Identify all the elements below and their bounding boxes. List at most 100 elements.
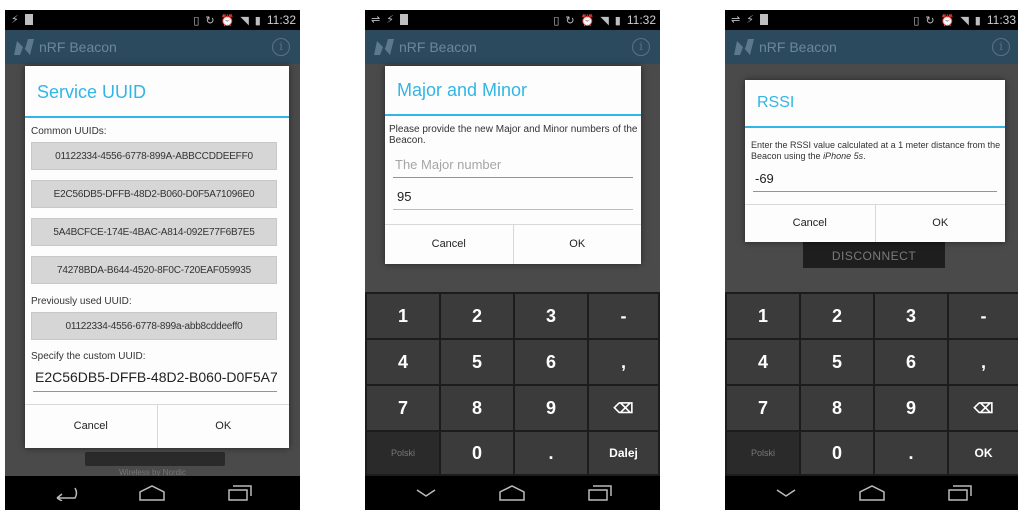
nordic-logo-icon	[14, 39, 34, 55]
key-minus[interactable]: -	[949, 294, 1018, 338]
custom-uuid-value: E2C56DB5-DFFB-48D2-B060-D0F5A7	[35, 369, 277, 385]
action-bar: nRF Beacon i	[725, 30, 1018, 64]
minor-number-input[interactable]: 95	[393, 186, 633, 210]
key-0[interactable]: 0	[441, 432, 513, 474]
major-number-input[interactable]: The Major number	[393, 154, 633, 178]
key-5[interactable]: 5	[441, 340, 513, 384]
major-number-placeholder: The Major number	[395, 157, 502, 172]
back-icon[interactable]	[53, 485, 79, 501]
key-1[interactable]: 1	[727, 294, 799, 338]
language-key[interactable]: Polski	[727, 432, 799, 474]
rotate-icon: ↻	[205, 13, 215, 27]
recent-apps-icon[interactable]	[947, 485, 973, 501]
rssi-value: -69	[755, 171, 774, 186]
hide-keyboard-icon[interactable]	[413, 485, 439, 501]
dialog-title: RSSI	[757, 94, 795, 111]
cancel-button[interactable]: Cancel	[25, 405, 157, 448]
previous-uuid-button[interactable]: 01122334-4556-6778-899a-abb8cddeeff0	[31, 312, 277, 340]
recent-apps-icon[interactable]	[587, 485, 613, 501]
common-uuid-button-4[interactable]: 74278BDA-B644-4520-8F0C-720EAF059935	[31, 256, 277, 284]
backspace-key[interactable]: ⌫	[949, 386, 1018, 430]
cancel-button[interactable]: Cancel	[385, 225, 513, 264]
next-key[interactable]: Dalej	[589, 432, 658, 474]
key-4[interactable]: 4	[367, 340, 439, 384]
battery-icon: ▮	[974, 13, 981, 27]
lightning-icon: ⚡	[746, 13, 754, 26]
key-comma[interactable]: ,	[949, 340, 1018, 384]
key-period[interactable]: .	[515, 432, 587, 474]
navigation-bar	[365, 476, 660, 510]
backspace-key[interactable]: ⌫	[589, 386, 658, 430]
rssi-input[interactable]: -69	[753, 168, 997, 192]
key-9[interactable]: 9	[875, 386, 947, 430]
key-period[interactable]: .	[875, 432, 947, 474]
key-minus[interactable]: -	[589, 294, 658, 338]
key-6[interactable]: 6	[875, 340, 947, 384]
lightning-icon: ⚡	[11, 13, 19, 26]
key-comma[interactable]: ,	[589, 340, 658, 384]
key-0[interactable]: 0	[801, 432, 873, 474]
usb-icon: ⇌	[731, 13, 741, 26]
common-uuid-button-2[interactable]: E2C56DB5-DFFB-48D2-B060-D0F5A71096E0	[31, 180, 277, 208]
hide-keyboard-icon[interactable]	[773, 485, 799, 501]
info-icon[interactable]: i	[992, 38, 1010, 56]
key-9[interactable]: 9	[515, 386, 587, 430]
common-uuids-label: Common UUIDs:	[31, 126, 107, 137]
rssi-prompt-end: .	[863, 151, 866, 161]
major-minor-prompt: Please provide the new Major and Minor n…	[389, 124, 638, 146]
key-6[interactable]: 6	[515, 340, 587, 384]
key-2[interactable]: 2	[441, 294, 513, 338]
alarm-icon: ⏰	[580, 13, 595, 27]
navigation-bar	[725, 476, 1018, 510]
app-title: nRF Beacon	[399, 39, 477, 55]
key-4[interactable]: 4	[727, 340, 799, 384]
recent-apps-icon[interactable]	[227, 485, 253, 501]
home-icon[interactable]	[498, 485, 526, 501]
notification-icon	[399, 14, 408, 25]
status-bar: ⇌ ⚡ ▯ ↻ ⏰ ◥ ▮ 11:33	[725, 10, 1018, 30]
key-5[interactable]: 5	[801, 340, 873, 384]
custom-uuid-input[interactable]: E2C56DB5-DFFB-48D2-B060-D0F5A7	[33, 366, 277, 392]
info-icon[interactable]: i	[272, 38, 290, 56]
info-icon[interactable]: i	[632, 38, 650, 56]
common-uuid-button-1[interactable]: 01122334-4556-6778-899A-ABBCCDDEEFF0	[31, 142, 277, 170]
dialog-title: Major and Minor	[397, 80, 528, 100]
wifi-icon: ◥	[240, 13, 249, 27]
ok-key[interactable]: OK	[949, 432, 1018, 474]
previous-uuid-label: Previously used UUID:	[31, 296, 132, 307]
notification-icon	[759, 14, 768, 25]
key-7[interactable]: 7	[727, 386, 799, 430]
battery-icon: ▮	[254, 13, 261, 27]
key-1[interactable]: 1	[367, 294, 439, 338]
key-3[interactable]: 3	[875, 294, 947, 338]
custom-uuid-label: Specify the custom UUID:	[31, 351, 146, 362]
clock: 11:33	[986, 13, 1016, 27]
navigation-bar	[5, 476, 300, 510]
major-minor-dialog: Major and Minor Please provide the new M…	[385, 66, 641, 264]
alarm-icon: ⏰	[220, 13, 235, 27]
vibrate-icon: ▯	[913, 13, 920, 27]
cancel-button[interactable]: Cancel	[745, 205, 875, 242]
key-3[interactable]: 3	[515, 294, 587, 338]
usb-icon: ⇌	[371, 13, 381, 26]
key-8[interactable]: 8	[801, 386, 873, 430]
wifi-icon: ◥	[960, 13, 969, 27]
key-2[interactable]: 2	[801, 294, 873, 338]
nordic-logo-icon	[374, 39, 394, 55]
status-bar: ⇌ ⚡ ▯ ↻ ⏰ ◥ ▮ 11:32	[365, 10, 660, 30]
ok-button[interactable]: OK	[512, 225, 641, 264]
disconnect-button[interactable]: DISCONNECT	[803, 240, 945, 268]
rotate-icon: ↻	[565, 13, 575, 27]
key-7[interactable]: 7	[367, 386, 439, 430]
vibrate-icon: ▯	[553, 13, 560, 27]
common-uuid-button-3[interactable]: 5A4BCFCE-174E-4BAC-A814-092E77F6B7E5	[31, 218, 277, 246]
phone-screen-service-uuid: ⚡ ▯ ↻ ⏰ ◥ ▮ 11:32 nRF Beacon i Wireless …	[5, 10, 300, 510]
title-divider	[25, 116, 289, 118]
ok-button[interactable]: OK	[874, 205, 1005, 242]
home-icon[interactable]	[858, 485, 886, 501]
home-icon[interactable]	[138, 485, 166, 501]
rssi-prompt-text: Enter the RSSI value calculated at a 1 m…	[751, 140, 1001, 161]
ok-button[interactable]: OK	[156, 405, 289, 448]
language-key[interactable]: Polski	[367, 432, 439, 474]
key-8[interactable]: 8	[441, 386, 513, 430]
